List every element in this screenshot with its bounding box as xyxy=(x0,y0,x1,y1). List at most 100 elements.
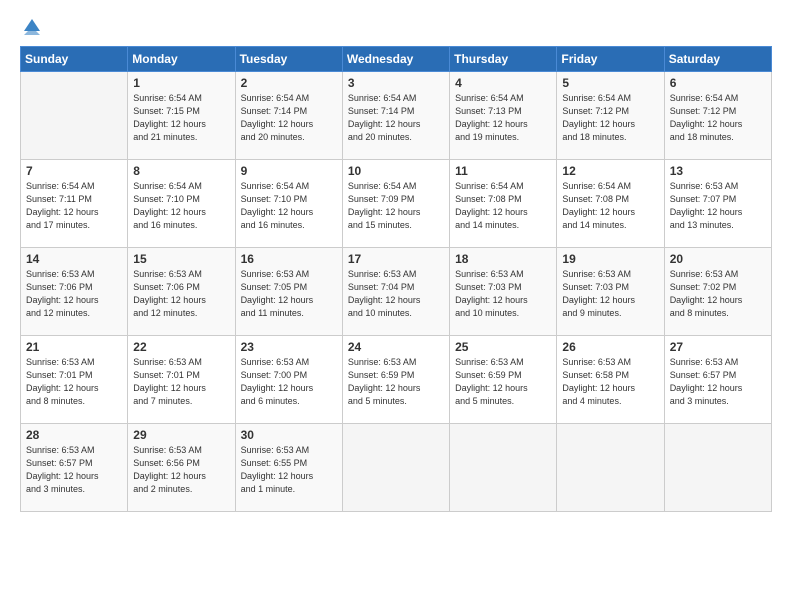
calendar-cell: 11 Sunrise: 6:54 AM Sunset: 7:08 PM Dayli… xyxy=(450,160,557,248)
date-number: 2 xyxy=(241,76,337,90)
cell-info: Sunrise: 6:53 AM Sunset: 7:06 PM Dayligh… xyxy=(133,268,229,320)
cell-info: Sunrise: 6:54 AM Sunset: 7:08 PM Dayligh… xyxy=(455,180,551,232)
date-number: 3 xyxy=(348,76,444,90)
date-number: 1 xyxy=(133,76,229,90)
calendar-cell: 30Sunrise: 6:53 AM Sunset: 6:55 PM Dayli… xyxy=(235,424,342,512)
cell-info: Sunrise: 6:54 AM Sunset: 7:10 PM Dayligh… xyxy=(133,180,229,232)
date-number: 29 xyxy=(133,428,229,442)
calendar-week-1: 1 Sunrise: 6:54 AM Sunset: 7:15 PM Daylig… xyxy=(21,72,772,160)
cell-info: Sunrise: 6:54 AM Sunset: 7:13 PM Dayligh… xyxy=(455,92,551,144)
calendar-cell: 5 Sunrise: 6:54 AM Sunset: 7:12 PM Daylig… xyxy=(557,72,664,160)
calendar-cell: 17Sunrise: 6:53 AM Sunset: 7:04 PM Dayli… xyxy=(342,248,449,336)
cell-info: Sunrise: 6:53 AM Sunset: 7:03 PM Dayligh… xyxy=(562,268,658,320)
calendar-cell: 13 Sunrise: 6:53 AM Sunset: 7:07 PM Dayli… xyxy=(664,160,771,248)
calendar-cell: 23 Sunrise: 6:53 AM Sunset: 7:00 PM Dayli… xyxy=(235,336,342,424)
calendar-cell: 2Sunrise: 6:54 AM Sunset: 7:14 PM Daylig… xyxy=(235,72,342,160)
calendar-cell: 22Sunrise: 6:53 AM Sunset: 7:01 PM Dayli… xyxy=(128,336,235,424)
calendar-week-5: 28 Sunrise: 6:53 AM Sunset: 6:57 PM Dayli… xyxy=(21,424,772,512)
calendar-cell: 15 Sunrise: 6:53 AM Sunset: 7:06 PM Dayli… xyxy=(128,248,235,336)
calendar-cell: 24Sunrise: 6:53 AM Sunset: 6:59 PM Dayli… xyxy=(342,336,449,424)
col-header-thursday: Thursday xyxy=(450,47,557,72)
calendar-cell: 29 Sunrise: 6:53 AM Sunset: 6:56 PM Dayli… xyxy=(128,424,235,512)
calendar-cell xyxy=(342,424,449,512)
date-number: 24 xyxy=(348,340,444,354)
calendar-cell: 3 Sunrise: 6:54 AM Sunset: 7:14 PM Daylig… xyxy=(342,72,449,160)
date-number: 20 xyxy=(670,252,766,266)
date-number: 18 xyxy=(455,252,551,266)
calendar-cell: 7Sunrise: 6:54 AM Sunset: 7:11 PM Daylig… xyxy=(21,160,128,248)
cell-info: Sunrise: 6:53 AM Sunset: 7:05 PM Dayligh… xyxy=(241,268,337,320)
calendar-cell xyxy=(21,72,128,160)
calendar-cell xyxy=(450,424,557,512)
date-number: 4 xyxy=(455,76,551,90)
cell-info: Sunrise: 6:53 AM Sunset: 7:04 PM Dayligh… xyxy=(348,268,444,320)
date-number: 16 xyxy=(241,252,337,266)
date-number: 5 xyxy=(562,76,658,90)
calendar-cell: 1 Sunrise: 6:54 AM Sunset: 7:15 PM Daylig… xyxy=(128,72,235,160)
calendar-cell: 26 Sunrise: 6:53 AM Sunset: 6:58 PM Dayli… xyxy=(557,336,664,424)
calendar-cell: 20 Sunrise: 6:53 AM Sunset: 7:02 PM Dayli… xyxy=(664,248,771,336)
calendar-cell: 25Sunrise: 6:53 AM Sunset: 6:59 PM Dayli… xyxy=(450,336,557,424)
date-number: 19 xyxy=(562,252,658,266)
logo xyxy=(20,18,42,36)
date-number: 21 xyxy=(26,340,122,354)
cell-info: Sunrise: 6:54 AM Sunset: 7:09 PM Dayligh… xyxy=(348,180,444,232)
cell-info: Sunrise: 6:54 AM Sunset: 7:12 PM Dayligh… xyxy=(562,92,658,144)
cell-info: Sunrise: 6:53 AM Sunset: 6:59 PM Dayligh… xyxy=(455,356,551,408)
date-number: 28 xyxy=(26,428,122,442)
cell-info: Sunrise: 6:53 AM Sunset: 6:55 PM Dayligh… xyxy=(241,444,337,496)
date-number: 13 xyxy=(670,164,766,178)
col-header-wednesday: Wednesday xyxy=(342,47,449,72)
calendar-cell: 14 Sunrise: 6:53 AM Sunset: 7:06 PM Dayli… xyxy=(21,248,128,336)
date-number: 10 xyxy=(348,164,444,178)
date-number: 27 xyxy=(670,340,766,354)
calendar-cell: 28 Sunrise: 6:53 AM Sunset: 6:57 PM Dayli… xyxy=(21,424,128,512)
cell-info: Sunrise: 6:53 AM Sunset: 6:57 PM Dayligh… xyxy=(670,356,766,408)
cell-info: Sunrise: 6:53 AM Sunset: 7:00 PM Dayligh… xyxy=(241,356,337,408)
calendar-cell: 12 Sunrise: 6:54 AM Sunset: 7:08 PM Dayli… xyxy=(557,160,664,248)
calendar-cell: 4 Sunrise: 6:54 AM Sunset: 7:13 PM Daylig… xyxy=(450,72,557,160)
cell-info: Sunrise: 6:54 AM Sunset: 7:15 PM Dayligh… xyxy=(133,92,229,144)
date-number: 15 xyxy=(133,252,229,266)
calendar-cell xyxy=(664,424,771,512)
date-number: 26 xyxy=(562,340,658,354)
calendar-table: SundayMondayTuesdayWednesdayThursdayFrid… xyxy=(20,46,772,512)
date-number: 9 xyxy=(241,164,337,178)
cell-info: Sunrise: 6:53 AM Sunset: 6:57 PM Dayligh… xyxy=(26,444,122,496)
cell-info: Sunrise: 6:54 AM Sunset: 7:11 PM Dayligh… xyxy=(26,180,122,232)
calendar-cell: 16 Sunrise: 6:53 AM Sunset: 7:05 PM Dayli… xyxy=(235,248,342,336)
calendar-week-4: 21 Sunrise: 6:53 AM Sunset: 7:01 PM Dayli… xyxy=(21,336,772,424)
cell-info: Sunrise: 6:53 AM Sunset: 7:02 PM Dayligh… xyxy=(670,268,766,320)
date-number: 8 xyxy=(133,164,229,178)
cell-info: Sunrise: 6:53 AM Sunset: 7:06 PM Dayligh… xyxy=(26,268,122,320)
calendar-cell: 8 Sunrise: 6:54 AM Sunset: 7:10 PM Daylig… xyxy=(128,160,235,248)
cell-info: Sunrise: 6:53 AM Sunset: 6:58 PM Dayligh… xyxy=(562,356,658,408)
page-header xyxy=(20,18,772,36)
cell-info: Sunrise: 6:54 AM Sunset: 7:12 PM Dayligh… xyxy=(670,92,766,144)
cell-info: Sunrise: 6:54 AM Sunset: 7:14 PM Dayligh… xyxy=(348,92,444,144)
calendar-week-2: 7Sunrise: 6:54 AM Sunset: 7:11 PM Daylig… xyxy=(21,160,772,248)
date-number: 14 xyxy=(26,252,122,266)
cell-info: Sunrise: 6:53 AM Sunset: 7:07 PM Dayligh… xyxy=(670,180,766,232)
col-header-saturday: Saturday xyxy=(664,47,771,72)
calendar-cell: 19 Sunrise: 6:53 AM Sunset: 7:03 PM Dayli… xyxy=(557,248,664,336)
date-number: 22 xyxy=(133,340,229,354)
date-number: 11 xyxy=(455,164,551,178)
date-number: 6 xyxy=(670,76,766,90)
date-number: 12 xyxy=(562,164,658,178)
calendar-cell xyxy=(557,424,664,512)
calendar-cell: 18 Sunrise: 6:53 AM Sunset: 7:03 PM Dayli… xyxy=(450,248,557,336)
col-header-tuesday: Tuesday xyxy=(235,47,342,72)
logo-icon xyxy=(22,17,42,35)
cell-info: Sunrise: 6:53 AM Sunset: 6:56 PM Dayligh… xyxy=(133,444,229,496)
col-header-sunday: Sunday xyxy=(21,47,128,72)
calendar-cell: 10 Sunrise: 6:54 AM Sunset: 7:09 PM Dayli… xyxy=(342,160,449,248)
cell-info: Sunrise: 6:54 AM Sunset: 7:08 PM Dayligh… xyxy=(562,180,658,232)
cell-info: Sunrise: 6:53 AM Sunset: 7:01 PM Dayligh… xyxy=(26,356,122,408)
calendar-cell: 9Sunrise: 6:54 AM Sunset: 7:10 PM Daylig… xyxy=(235,160,342,248)
col-header-friday: Friday xyxy=(557,47,664,72)
cell-info: Sunrise: 6:53 AM Sunset: 7:03 PM Dayligh… xyxy=(455,268,551,320)
col-header-monday: Monday xyxy=(128,47,235,72)
date-number: 23 xyxy=(241,340,337,354)
calendar-cell: 6 Sunrise: 6:54 AM Sunset: 7:12 PM Daylig… xyxy=(664,72,771,160)
